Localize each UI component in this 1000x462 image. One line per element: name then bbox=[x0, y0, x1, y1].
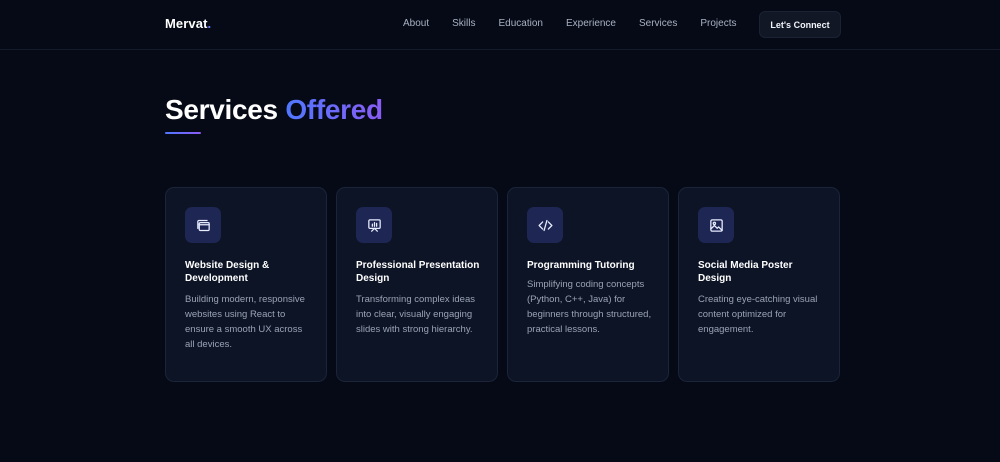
service-description: Transforming complex ideas into clear, v… bbox=[356, 294, 475, 335]
nav-link-experience[interactable]: Experience bbox=[566, 18, 616, 29]
service-title: Website Design & Development bbox=[185, 260, 270, 284]
title-underline bbox=[165, 132, 201, 134]
browser-windows-icon bbox=[185, 207, 221, 243]
service-card: Website Design & Development Building mo… bbox=[165, 187, 327, 382]
image-icon bbox=[698, 207, 734, 243]
site-logo[interactable]: Mervat. bbox=[165, 16, 211, 31]
lets-connect-button[interactable]: Let's Connect bbox=[759, 11, 841, 38]
service-description: Simplifying coding concepts (Python, C++… bbox=[527, 279, 652, 335]
code-icon bbox=[527, 207, 563, 243]
nav-link-projects[interactable]: Projects bbox=[700, 18, 736, 29]
nav-links: About Skills Education Experience Servic… bbox=[403, 18, 759, 29]
service-card: Professional Presentation Design Transfo… bbox=[336, 187, 498, 382]
top-navbar: Mervat. About Skills Education Experienc… bbox=[0, 0, 1000, 50]
service-title: Social Media Poster Design bbox=[698, 260, 793, 284]
presentation-board-icon bbox=[356, 207, 392, 243]
service-description: Building modern, responsive websites usi… bbox=[185, 294, 305, 350]
section-title-accent: Offered bbox=[285, 94, 383, 125]
service-card: Social Media Poster Design Creating eye-… bbox=[678, 187, 840, 382]
service-card: Programming Tutoring Simplifying coding … bbox=[507, 187, 669, 382]
service-description: Creating eye-catching visual content opt… bbox=[698, 294, 818, 335]
section-title: Services Offered bbox=[165, 94, 383, 126]
service-title: Programming Tutoring bbox=[527, 260, 635, 271]
nav-link-services[interactable]: Services bbox=[639, 18, 677, 29]
nav-link-about[interactable]: About bbox=[403, 18, 429, 29]
nav-link-skills[interactable]: Skills bbox=[452, 18, 475, 29]
service-title: Professional Presentation Design bbox=[356, 260, 480, 284]
section-title-main: Services bbox=[165, 94, 278, 125]
nav-link-education[interactable]: Education bbox=[498, 18, 542, 29]
